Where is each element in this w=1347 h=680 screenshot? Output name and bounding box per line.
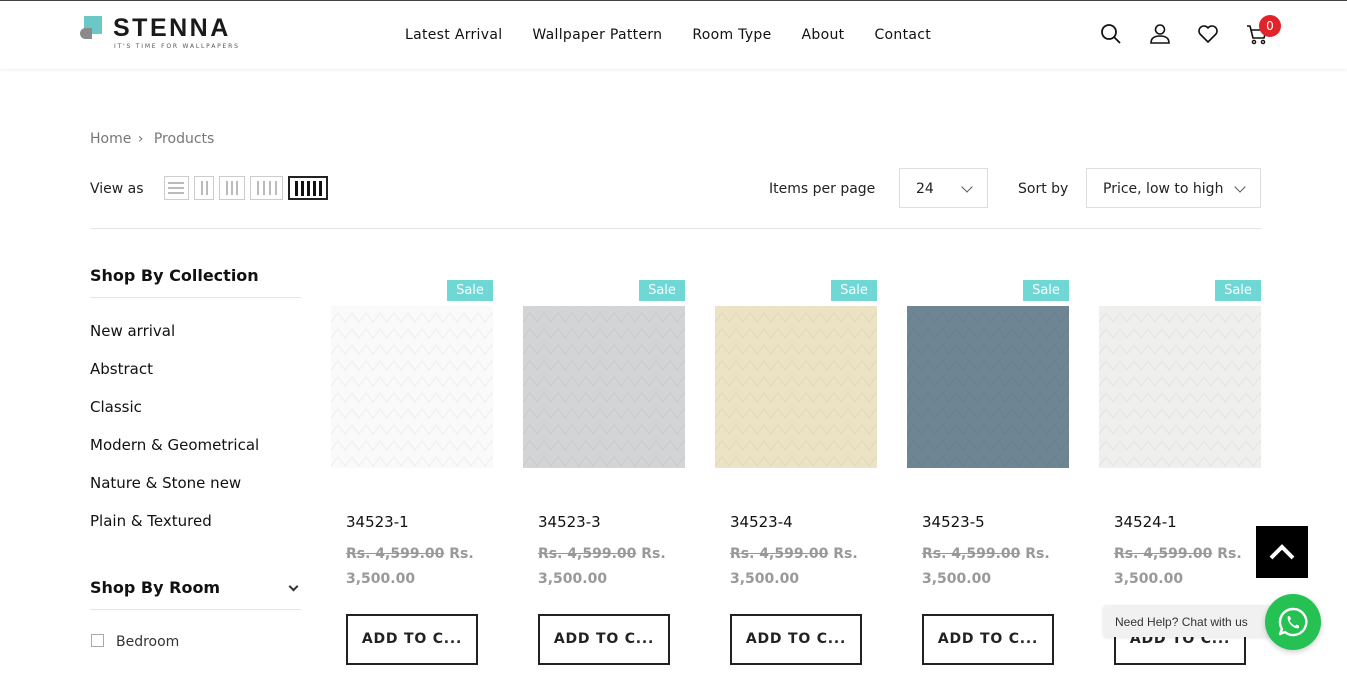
sale-price: 3,500.00 bbox=[922, 571, 992, 587]
breadcrumb-current: Products bbox=[153, 131, 215, 147]
old-price: Rs. 4,599.00 bbox=[922, 546, 1021, 562]
heart-icon[interactable] bbox=[1196, 22, 1220, 46]
view-as-label: View as bbox=[90, 181, 144, 197]
breadcrumb: Home › Products bbox=[90, 131, 214, 147]
brand-logo[interactable]: STENNA IT'S TIME FOR WALLPAPERS bbox=[80, 14, 250, 54]
product-price: Rs. 4,599.00 Rs. 3,500.00 bbox=[922, 542, 1067, 592]
sidebar-divider bbox=[90, 609, 301, 610]
product-card: Sale 34523-5 Rs. 4,599.00 Rs. 3,500.00 AD… bbox=[907, 280, 1069, 680]
old-price: Rs. 4,599.00 bbox=[1114, 546, 1213, 562]
view-5-columns-button[interactable] bbox=[288, 176, 328, 200]
collection-new-arrival[interactable]: New arrival bbox=[90, 322, 175, 340]
product-image[interactable] bbox=[331, 306, 493, 468]
chevron-down-icon bbox=[961, 181, 973, 193]
view-2-columns-button[interactable] bbox=[194, 176, 214, 200]
bedroom-checkbox[interactable] bbox=[91, 634, 104, 647]
product-image[interactable] bbox=[523, 306, 685, 468]
collection-abstract[interactable]: Abstract bbox=[90, 360, 153, 378]
sale-badge: Sale bbox=[1215, 280, 1261, 301]
view-list-button[interactable] bbox=[164, 176, 189, 200]
whatsapp-icon bbox=[1278, 607, 1308, 637]
items-per-page-value: 24 bbox=[916, 181, 934, 197]
sale-price-currency: Rs. bbox=[641, 546, 666, 562]
view-3-columns-button[interactable] bbox=[219, 176, 245, 200]
nav-room-type[interactable]: Room Type bbox=[692, 27, 771, 43]
nav-about[interactable]: About bbox=[802, 27, 845, 43]
old-price: Rs. 4,599.00 bbox=[538, 546, 637, 562]
sort-by-value: Price, low to high bbox=[1103, 181, 1224, 197]
main-nav: Latest Arrival Wallpaper Pattern Room Ty… bbox=[405, 27, 931, 43]
old-price: Rs. 4,599.00 bbox=[730, 546, 829, 562]
product-name[interactable]: 34523-5 bbox=[922, 513, 985, 531]
brand-tagline: IT'S TIME FOR WALLPAPERS bbox=[114, 43, 240, 50]
shop-by-collection-title: Shop By Collection bbox=[90, 266, 259, 285]
sale-price: 3,500.00 bbox=[538, 571, 608, 587]
items-per-page-label: Items per page bbox=[769, 181, 876, 197]
site-header: STENNA IT'S TIME FOR WALLPAPERS Latest A… bbox=[0, 1, 1347, 69]
sale-price-currency: Rs. bbox=[1025, 546, 1050, 562]
add-to-cart-button[interactable]: ADD TO C... bbox=[346, 614, 478, 665]
sort-by-select[interactable]: Price, low to high bbox=[1086, 168, 1261, 208]
product-image[interactable] bbox=[907, 306, 1069, 468]
brand-name: STENNA bbox=[113, 14, 231, 42]
product-card: Sale 34523-1 Rs. 4,599.00 Rs. 3,500.00 AD… bbox=[331, 280, 493, 680]
collection-modern-geometrical[interactable]: Modern & Geometrical bbox=[90, 436, 259, 454]
breadcrumb-home[interactable]: Home bbox=[90, 131, 131, 147]
add-to-cart-button[interactable]: ADD TO C... bbox=[922, 614, 1054, 665]
nav-wallpaper-pattern[interactable]: Wallpaper Pattern bbox=[532, 27, 662, 43]
sale-price: 3,500.00 bbox=[346, 571, 416, 587]
sidebar-divider bbox=[90, 297, 301, 298]
items-per-page-select[interactable]: 24 bbox=[899, 168, 988, 208]
collection-nature-stone[interactable]: Nature & Stone new bbox=[90, 474, 241, 492]
product-name[interactable]: 34524-1 bbox=[1114, 513, 1177, 531]
sale-badge: Sale bbox=[831, 280, 877, 301]
room-bedroom-label[interactable]: Bedroom bbox=[116, 634, 179, 650]
product-price: Rs. 4,599.00 Rs. 3,500.00 bbox=[730, 542, 875, 592]
add-to-cart-button[interactable]: ADD TO C... bbox=[538, 614, 670, 665]
product-image[interactable] bbox=[1099, 306, 1261, 468]
search-icon[interactable] bbox=[1099, 22, 1123, 46]
user-icon[interactable] bbox=[1148, 22, 1172, 46]
sort-by-label: Sort by bbox=[1018, 181, 1069, 197]
logo-mark-icon bbox=[80, 16, 104, 40]
product-price: Rs. 4,599.00 Rs. 3,500.00 bbox=[538, 542, 683, 592]
product-card: Sale 34523-4 Rs. 4,599.00 Rs. 3,500.00 AD… bbox=[715, 280, 877, 680]
breadcrumb-separator: › bbox=[137, 131, 144, 147]
sale-price-currency: Rs. bbox=[1217, 546, 1242, 562]
toolbar-divider bbox=[90, 228, 1262, 229]
sale-badge: Sale bbox=[639, 280, 685, 301]
sale-price-currency: Rs. bbox=[833, 546, 858, 562]
add-to-cart-button[interactable]: ADD TO C... bbox=[730, 614, 862, 665]
product-image[interactable] bbox=[715, 306, 877, 468]
shop-by-room-title[interactable]: Shop By Room bbox=[90, 578, 220, 597]
sale-badge: Sale bbox=[1023, 280, 1069, 301]
whatsapp-chat-button[interactable] bbox=[1265, 594, 1321, 650]
view-4-columns-button[interactable] bbox=[250, 176, 283, 200]
collection-plain-textured[interactable]: Plain & Textured bbox=[90, 512, 212, 530]
chevron-down-icon bbox=[1234, 181, 1246, 193]
product-name[interactable]: 34523-1 bbox=[346, 513, 409, 531]
product-price: Rs. 4,599.00 Rs. 3,500.00 bbox=[346, 542, 491, 592]
nav-contact[interactable]: Contact bbox=[874, 27, 931, 43]
product-name[interactable]: 34523-3 bbox=[538, 513, 601, 531]
collection-classic[interactable]: Classic bbox=[90, 398, 142, 416]
sale-price: 3,500.00 bbox=[1114, 571, 1184, 587]
sale-price: 3,500.00 bbox=[730, 571, 800, 587]
product-price: Rs. 4,599.00 Rs. 3,500.00 bbox=[1114, 542, 1259, 592]
old-price: Rs. 4,599.00 bbox=[346, 546, 445, 562]
chevron-down-icon[interactable] bbox=[288, 581, 299, 592]
product-name[interactable]: 34523-4 bbox=[730, 513, 793, 531]
chevron-up-icon bbox=[1269, 544, 1295, 560]
sale-badge: Sale bbox=[447, 280, 493, 301]
chat-help-bubble[interactable]: Need Help? Chat with us bbox=[1103, 605, 1273, 637]
product-card: Sale 34523-3 Rs. 4,599.00 Rs. 3,500.00 AD… bbox=[523, 280, 685, 680]
nav-latest-arrival[interactable]: Latest Arrival bbox=[405, 27, 502, 43]
sale-price-currency: Rs. bbox=[449, 546, 474, 562]
cart-count-badge[interactable]: 0 bbox=[1259, 15, 1281, 37]
back-to-top-button[interactable] bbox=[1256, 526, 1308, 578]
